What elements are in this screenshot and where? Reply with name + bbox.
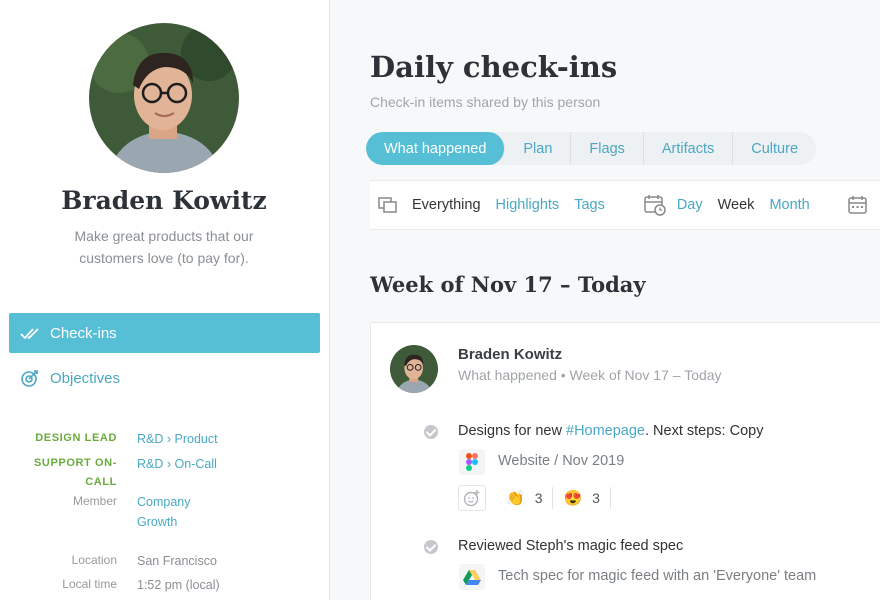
sidebar-item-label: Objectives (50, 369, 121, 387)
member-value-company[interactable]: Company (137, 492, 191, 512)
filter-everything[interactable]: Everything (412, 197, 481, 213)
clap-emoji: 👏 (506, 490, 525, 507)
location-label: Location (71, 553, 117, 567)
sidebar-item-label: Check-ins (50, 324, 117, 342)
profile-name: Braden Kowitz (61, 186, 267, 215)
filter-tags[interactable]: Tags (574, 197, 605, 213)
reactions-row: 👏 3 😍 3 (458, 485, 611, 511)
filter-day[interactable]: Day (677, 197, 703, 213)
hashtag-link[interactable]: #Homepage (566, 423, 645, 439)
design-lead-value[interactable]: R&D › Product (137, 429, 218, 449)
item-text-suffix: . Next steps: Copy (645, 423, 764, 439)
tab-culture[interactable]: Culture (733, 132, 816, 165)
calendar-clock-icon (643, 193, 667, 217)
tab-artifacts[interactable]: Artifacts (644, 132, 734, 165)
member-label: Member (72, 494, 117, 508)
reaction-heart-eyes[interactable]: 😍 3 (553, 487, 611, 509)
attachment-link[interactable]: Tech spec for magic feed with an 'Everyo… (498, 568, 816, 584)
support-value[interactable]: R&D › On-Call (137, 454, 217, 474)
tab-plan[interactable]: Plan (505, 132, 572, 165)
section-tabs: What happened Plan Flags Artifacts Cultu… (366, 132, 817, 165)
heart-eyes-emoji: 😍 (563, 490, 583, 507)
profile-sidebar: Braden Kowitz Make great products that o… (0, 0, 330, 600)
google-drive-icon (459, 564, 485, 590)
tab-flags[interactable]: Flags (571, 132, 644, 165)
sidebar-item-objectives[interactable]: Objectives (9, 358, 320, 398)
support-label: SUPPORT ON- (34, 457, 117, 469)
checkin-item-text: Designs for new #Homepage. Next steps: C… (458, 423, 763, 439)
filter-highlights[interactable]: Highlights (496, 197, 560, 213)
layers-icon (376, 193, 400, 217)
author-name[interactable]: Braden Kowitz (458, 346, 562, 363)
profile-bio: Make great products that our customers l… (74, 228, 254, 266)
author-avatar[interactable] (390, 345, 438, 393)
profile-avatar (89, 23, 239, 173)
local-time-label: Local time (62, 577, 117, 591)
page-subtitle: Check-in items shared by this person (370, 94, 601, 110)
reaction-count: 3 (592, 490, 600, 506)
filter-week[interactable]: Week (718, 197, 755, 213)
checkin-item-text: Reviewed Steph's magic feed spec (458, 538, 684, 554)
check-icon (424, 540, 438, 554)
item-text-prefix: Designs for new (458, 423, 566, 439)
location-value: San Francisco (137, 554, 217, 568)
checkin-card: Braden Kowitz What happened • Week of No… (370, 322, 880, 600)
reaction-clap[interactable]: 👏 3 (496, 487, 554, 509)
target-icon (19, 367, 41, 389)
attachment-link[interactable]: Website / Nov 2019 (498, 453, 624, 469)
week-title: Week of Nov 17 – Today (370, 272, 646, 297)
add-reaction-icon[interactable] (458, 485, 486, 511)
sidebar-item-check-ins[interactable]: Check-ins (9, 313, 320, 353)
page-title: Daily check-ins (370, 50, 618, 84)
check-icon (424, 425, 438, 439)
support-label-cont: CALL (85, 476, 117, 488)
reaction-count: 3 (534, 490, 543, 506)
calendar-icon[interactable] (846, 193, 870, 217)
design-lead-label: DESIGN LEAD (35, 432, 117, 444)
member-value-growth[interactable]: Growth (137, 512, 177, 532)
card-subtitle: What happened • Week of Nov 17 – Today (458, 367, 722, 383)
figma-icon (459, 449, 485, 475)
filter-bar: Everything Highlights Tags Day Week Mont… (370, 180, 880, 230)
double-check-icon (19, 322, 41, 344)
tab-what-happened[interactable]: What happened (366, 132, 506, 165)
filter-month[interactable]: Month (769, 197, 809, 213)
local-time-value: 1:52 pm (local) (137, 578, 220, 592)
